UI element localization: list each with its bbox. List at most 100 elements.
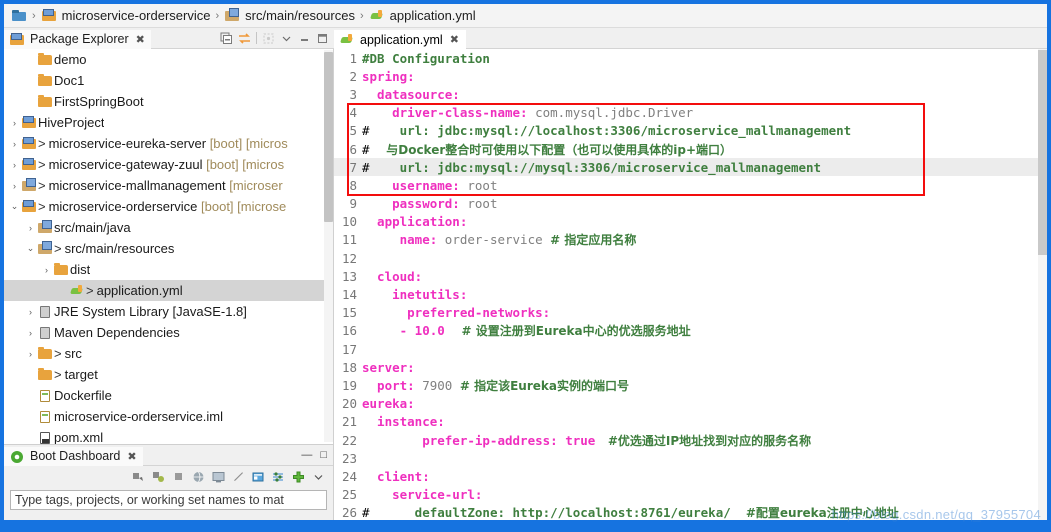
line-number: 8 xyxy=(349,177,357,193)
code-line-19[interactable]: 19 port: 7900 # 指定该Eureka实例的端口号 xyxy=(334,376,1038,394)
expand-arrow-open-icon[interactable]: ⌄ xyxy=(8,201,21,212)
view-menu-icon[interactable] xyxy=(312,471,325,483)
expand-arrow-closed-icon[interactable]: › xyxy=(24,307,37,317)
tree-item-src[interactable]: › > src xyxy=(4,343,333,364)
code-line-10[interactable]: 10 application: xyxy=(334,213,1038,231)
code-line-13[interactable]: 13 cloud: xyxy=(334,267,1038,285)
code-line-23[interactable]: 23 xyxy=(334,449,1038,467)
tree-item-pom-xml[interactable]: pom.xml xyxy=(4,427,333,444)
code-line-7[interactable]: 7 # url: jdbc:mysql://mysql:3306/microser… xyxy=(334,158,1038,177)
breadcrumb-item-file[interactable]: application.yml xyxy=(369,8,476,23)
code-line-14[interactable]: 14 inetutils: xyxy=(334,285,1038,303)
breadcrumb-item-project-root[interactable] xyxy=(12,9,27,23)
tab-package-explorer[interactable]: Package Explorer ✖ xyxy=(4,27,151,49)
tree-item-src-main-java[interactable]: › src/main/java xyxy=(4,217,333,238)
tree-item-microservice-mallmanagement[interactable]: › > microservice-mallmanagement [microser xyxy=(4,175,333,196)
tree-item-maven-dependencies[interactable]: › Maven Dependencies xyxy=(4,322,333,343)
tree-vertical-scrollbar-thumb[interactable] xyxy=(324,52,333,222)
chevron-down-icon[interactable] xyxy=(280,32,293,45)
editor-vertical-scrollbar-thumb[interactable] xyxy=(1038,50,1047,255)
open-properties-icon[interactable] xyxy=(252,471,265,483)
code-line-5[interactable]: 5 # url: jdbc:mysql://localhost:3306/micr… xyxy=(334,122,1038,140)
code-line-21[interactable]: 21 instance: xyxy=(334,413,1038,431)
breadcrumb[interactable]: › microservice-orderservice › src/main/r… xyxy=(4,4,1047,28)
expand-arrow-closed-icon[interactable]: › xyxy=(24,349,37,359)
tree-item-target[interactable]: > target xyxy=(4,364,333,385)
link-with-editor-icon[interactable] xyxy=(238,32,251,45)
code-line-6[interactable]: 6 # 与Docker整合时可使用以下配置（也可以使用具体的ip+端口） xyxy=(334,140,1038,158)
code-line-17[interactable]: 17 xyxy=(334,340,1038,358)
edit-icon[interactable] xyxy=(232,471,245,483)
tree-item-dist[interactable]: › dist xyxy=(4,259,333,280)
expand-arrow-closed-icon[interactable]: › xyxy=(8,181,21,191)
java-project-icon xyxy=(21,136,38,151)
source-folder-icon xyxy=(37,241,54,256)
close-icon[interactable]: ✖ xyxy=(127,450,136,463)
expand-arrow-closed-icon[interactable]: › xyxy=(24,328,37,338)
code-line-text: #DB Configuration xyxy=(362,51,1038,66)
maximize-icon[interactable] xyxy=(316,32,329,45)
code-line-18[interactable]: 18 server: xyxy=(334,358,1038,376)
expand-arrow-closed-icon[interactable]: › xyxy=(8,160,21,170)
tree-item-doc1[interactable]: Doc1 xyxy=(4,70,333,91)
code-line-2[interactable]: 2 spring: xyxy=(334,67,1038,85)
debug-icon[interactable] xyxy=(152,471,165,483)
tree-item-jre-system-library-javase-1-8[interactable]: › JRE System Library [JavaSE-1.8] xyxy=(4,301,333,322)
code-line-text: application: xyxy=(362,214,1038,229)
minimize-icon[interactable] xyxy=(298,32,311,45)
expand-arrow-closed-icon[interactable]: › xyxy=(24,223,37,233)
tree-item-label: demo xyxy=(54,52,87,67)
tree-item-microservice-eureka-server[interactable]: › > microservice-eureka-server [boot] [mic… xyxy=(4,133,333,154)
line-number: 19 xyxy=(341,377,357,393)
tree-item-microservice-orderservice[interactable]: ⌄ > microservice-orderservice [boot] [micr… xyxy=(4,196,333,217)
open-console-icon[interactable] xyxy=(212,471,225,483)
tree-item-microservice-gateway-zuul[interactable]: › > microservice-gateway-zuul [boot] [micr… xyxy=(4,154,333,175)
tree-item-firstspringboot[interactable]: FirstSpringBoot xyxy=(4,91,333,112)
tab-boot-dashboard[interactable]: Boot Dashboard ✖ xyxy=(4,444,143,466)
maximize-icon[interactable]: □ xyxy=(320,449,327,461)
toggle-filters-icon[interactable] xyxy=(272,471,285,483)
code-line-4[interactable]: 4 driver-class-name: com.mysql.jdbc.Driv… xyxy=(334,104,1038,122)
collapse-all-icon[interactable] xyxy=(220,32,233,45)
code-line-12[interactable]: 12 xyxy=(334,249,1038,267)
tree-item-dockerfile[interactable]: Dockerfile xyxy=(4,385,333,406)
line-number: 24 xyxy=(341,468,357,484)
code-line-1[interactable]: 1 #DB Configuration xyxy=(334,49,1038,67)
code-line-8[interactable]: 8 username: root xyxy=(334,176,1038,194)
code-line-11[interactable]: 11 name: order-service # 指定应用名称 xyxy=(334,231,1038,249)
boot-dashboard-search-input[interactable]: Type tags, projects, or working set name… xyxy=(10,490,327,510)
boot-dashboard-toolbar xyxy=(4,466,333,488)
tree-item-microservice-orderservice-iml[interactable]: microservice-orderservice.iml xyxy=(4,406,333,427)
add-icon[interactable] xyxy=(292,471,305,483)
open-web-browser-icon[interactable] xyxy=(192,471,205,483)
breadcrumb-item-folder[interactable]: src/main/resources xyxy=(224,8,355,23)
minimize-icon[interactable]: — xyxy=(301,449,312,461)
stop-icon[interactable] xyxy=(172,471,185,483)
expand-arrow-closed-icon[interactable]: › xyxy=(8,118,21,128)
tree-item-application-yml[interactable]: > application.yml xyxy=(4,280,333,301)
code-line-22[interactable]: 22 prefer-ip-address: true #优选通过IP地址找到对应… xyxy=(334,431,1038,449)
project-tree[interactable]: demo Doc1 FirstSpringBoot › HiveProject › > mic… xyxy=(4,49,334,444)
code-line-3[interactable]: 3 datasource: xyxy=(334,85,1038,103)
close-icon[interactable]: ✖ xyxy=(450,33,459,46)
tree-item-src-main-resources[interactable]: ⌄ > src/main/resources xyxy=(4,238,333,259)
code-line-20[interactable]: 20 eureka: xyxy=(334,395,1038,413)
code-line-16[interactable]: 16 - 10.0 # 设置注册到Eureka中心的优选服务地址 xyxy=(334,322,1038,340)
tree-item-label: src/main/java xyxy=(54,220,131,235)
close-icon[interactable]: ✖ xyxy=(136,33,145,46)
expand-arrow-closed-icon[interactable]: › xyxy=(40,265,53,275)
start-icon[interactable] xyxy=(132,471,145,483)
expand-arrow-closed-icon[interactable]: › xyxy=(8,139,21,149)
code-line-25[interactable]: 25 service-url: xyxy=(334,486,1038,504)
tree-item-hiveproject[interactable]: › HiveProject xyxy=(4,112,333,133)
breadcrumb-item-project[interactable]: microservice-orderservice xyxy=(41,8,210,23)
tree-item-demo[interactable]: demo xyxy=(4,49,333,70)
code-line-9[interactable]: 9 password: root xyxy=(334,195,1038,213)
tab-application-yml[interactable]: application.yml ✖ xyxy=(334,28,466,49)
focus-icon[interactable] xyxy=(262,32,275,45)
code-token: inetutils: xyxy=(362,287,468,303)
expand-arrow-open-icon[interactable]: ⌄ xyxy=(24,243,37,254)
code-editor[interactable]: 1 #DB Configuration 2 spring: 3 datasource: 4… xyxy=(334,49,1038,528)
code-line-24[interactable]: 24 client: xyxy=(334,467,1038,485)
code-line-15[interactable]: 15 preferred-networks: xyxy=(334,304,1038,322)
